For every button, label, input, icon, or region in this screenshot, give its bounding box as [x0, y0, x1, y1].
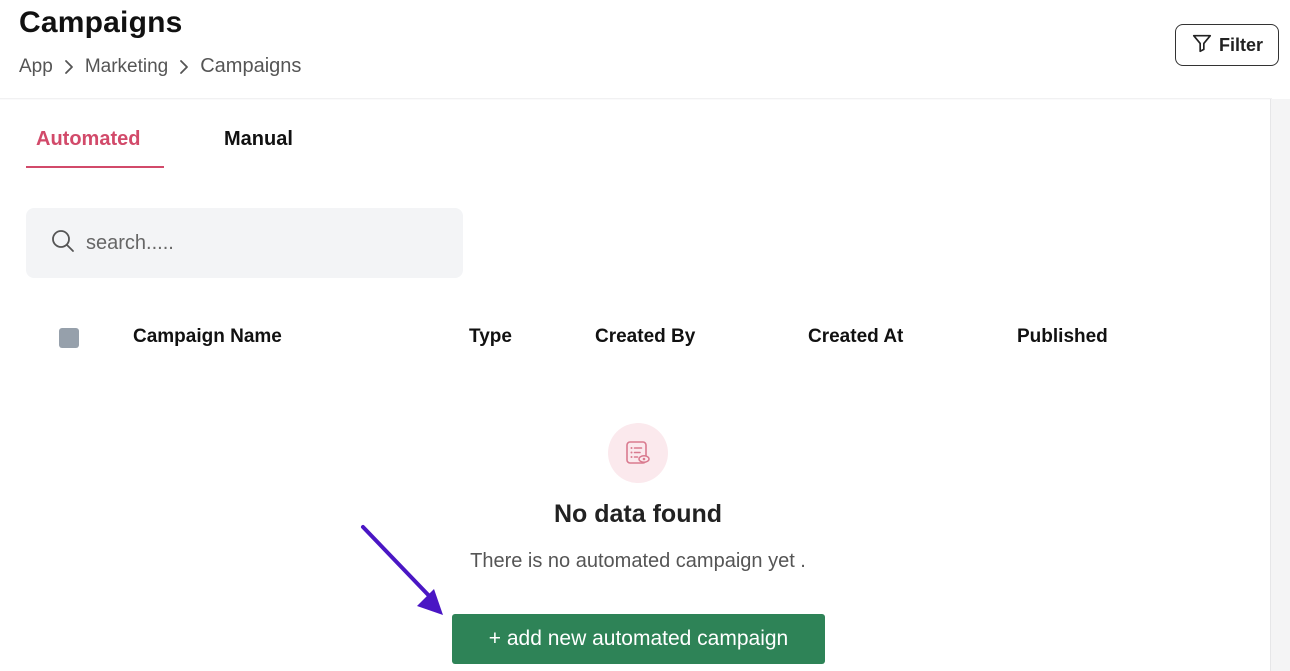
filter-button[interactable]: Filter: [1175, 24, 1279, 66]
panel-divider: [0, 98, 1272, 100]
tab-automated[interactable]: Automated: [36, 128, 140, 151]
chevron-right-icon: [168, 56, 200, 78]
empty-state-title: No data found: [553, 500, 723, 528]
add-automated-campaign-button[interactable]: + add new automated campaign: [452, 614, 825, 664]
search-box: [26, 208, 463, 278]
scrollbar-track[interactable]: [1270, 99, 1290, 671]
search-input[interactable]: [86, 231, 426, 255]
breadcrumb-app[interactable]: App: [19, 56, 53, 78]
tab-manual[interactable]: Manual: [224, 128, 293, 151]
table-header: Campaign Name Type Created By Created At…: [0, 318, 1270, 358]
arrow-pointer-icon: [361, 525, 443, 615]
campaign-tabs: Automated Manual: [26, 118, 346, 168]
search-icon: [50, 228, 76, 259]
column-type[interactable]: Type: [469, 326, 512, 348]
breadcrumb: App Marketing Campaigns: [19, 55, 301, 78]
chevron-right-icon: [53, 56, 85, 78]
campaigns-page: Campaigns App Marketing Campaigns Filter…: [0, 0, 1290, 671]
column-published[interactable]: Published: [1017, 326, 1108, 348]
filter-label: Filter: [1218, 34, 1263, 55]
column-created-at[interactable]: Created At: [808, 326, 903, 348]
breadcrumb-marketing[interactable]: Marketing: [85, 56, 168, 78]
select-all-checkbox[interactable]: [59, 328, 79, 348]
column-campaign-name[interactable]: Campaign Name: [133, 326, 282, 348]
active-tab-indicator: [26, 166, 164, 168]
list-view-icon: [608, 423, 668, 483]
breadcrumb-campaigns: Campaigns: [200, 55, 302, 77]
column-created-by[interactable]: Created By: [595, 326, 695, 348]
filter-icon: [1191, 32, 1213, 59]
empty-state-message: There is no automated campaign yet .: [470, 550, 806, 572]
page-title: Campaigns: [19, 6, 183, 39]
